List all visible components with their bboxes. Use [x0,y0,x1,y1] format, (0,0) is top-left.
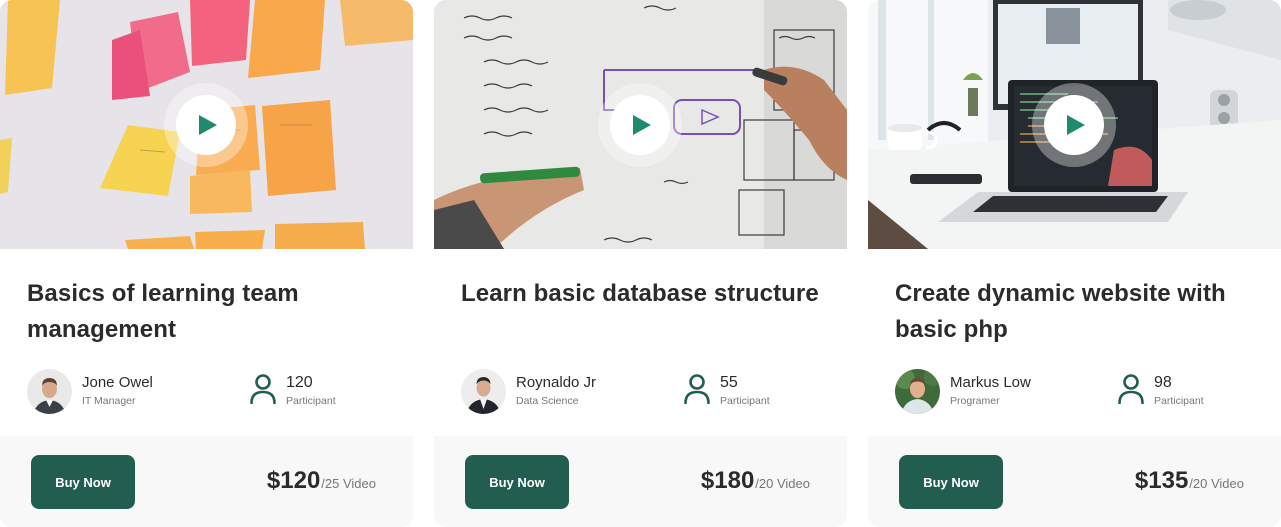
buy-now-button[interactable]: Buy Now [31,455,135,509]
instructor-info: Markus Low Programer [895,368,1031,414]
price: $120 /25 Video [267,467,376,495]
participants-info: 120 Participant [249,372,336,408]
participants-info: 55 Participant [683,372,770,408]
instructor-photo [895,368,940,414]
price: $135 /20 Video [1135,467,1244,495]
course-card[interactable]: Create dynamic website with basic php Ma… [868,0,1281,527]
play-button[interactable] [598,83,682,167]
play-button[interactable] [164,83,248,167]
course-card[interactable]: Basics of learning team management Jone … [0,0,413,527]
card-footer: Buy Now $180 /20 Video [434,436,847,527]
avatar [461,368,506,414]
play-button[interactable] [1032,83,1116,167]
price-amount: $135 [1134,467,1189,494]
price-amount: $180 [700,467,755,494]
instructor-role: Data Science [516,395,579,407]
price-per-video: /20 Video [1189,476,1244,491]
course-title[interactable]: Basics of learning team management [27,276,397,348]
play-icon [1067,115,1085,135]
instructor-name: Jone Owel [82,374,153,391]
instructor-info: Roynaldo Jr Data Science [461,368,596,414]
participant-count: 55 [720,374,738,391]
instructor-name: Markus Low [950,374,1031,391]
instructor-photo [461,368,506,414]
course-title[interactable]: Learn basic database structure [461,276,831,312]
play-button-inner [610,95,670,155]
play-icon [633,115,651,135]
user-icon [683,372,711,404]
course-card[interactable]: Learn basic database structure Roynaldo … [434,0,847,527]
card-footer: Buy Now $120 /25 Video [0,436,413,527]
participants-info: 98 Participant [1117,372,1204,408]
instructor-info: Jone Owel IT Manager [27,368,153,414]
course-thumbnail[interactable] [0,0,413,249]
participant-label: Participant [286,395,336,407]
course-thumbnail[interactable] [434,0,847,249]
course-thumbnail[interactable] [868,0,1281,249]
play-icon [199,115,217,135]
instructor-photo [27,368,72,414]
price-amount: $120 [266,467,321,494]
participant-count: 120 [286,374,313,391]
price: $180 /20 Video [701,467,810,495]
course-title[interactable]: Create dynamic website with basic php [895,276,1265,348]
price-per-video: /25 Video [321,476,376,491]
user-icon [249,372,277,404]
buy-now-button[interactable]: Buy Now [465,455,569,509]
user-icon [1117,372,1145,404]
avatar [895,368,940,414]
participant-label: Participant [1154,395,1204,407]
instructor-role: Programer [950,395,1000,407]
course-card-list: Basics of learning team management Jone … [0,0,1281,527]
participant-label: Participant [720,395,770,407]
buy-now-button[interactable]: Buy Now [899,455,1003,509]
participant-count: 98 [1154,374,1172,391]
card-footer: Buy Now $135 /20 Video [868,436,1281,527]
price-per-video: /20 Video [755,476,810,491]
play-button-inner [1044,95,1104,155]
instructor-name: Roynaldo Jr [516,374,597,391]
avatar [27,368,72,414]
instructor-role: IT Manager [82,395,136,407]
play-button-inner [176,95,236,155]
